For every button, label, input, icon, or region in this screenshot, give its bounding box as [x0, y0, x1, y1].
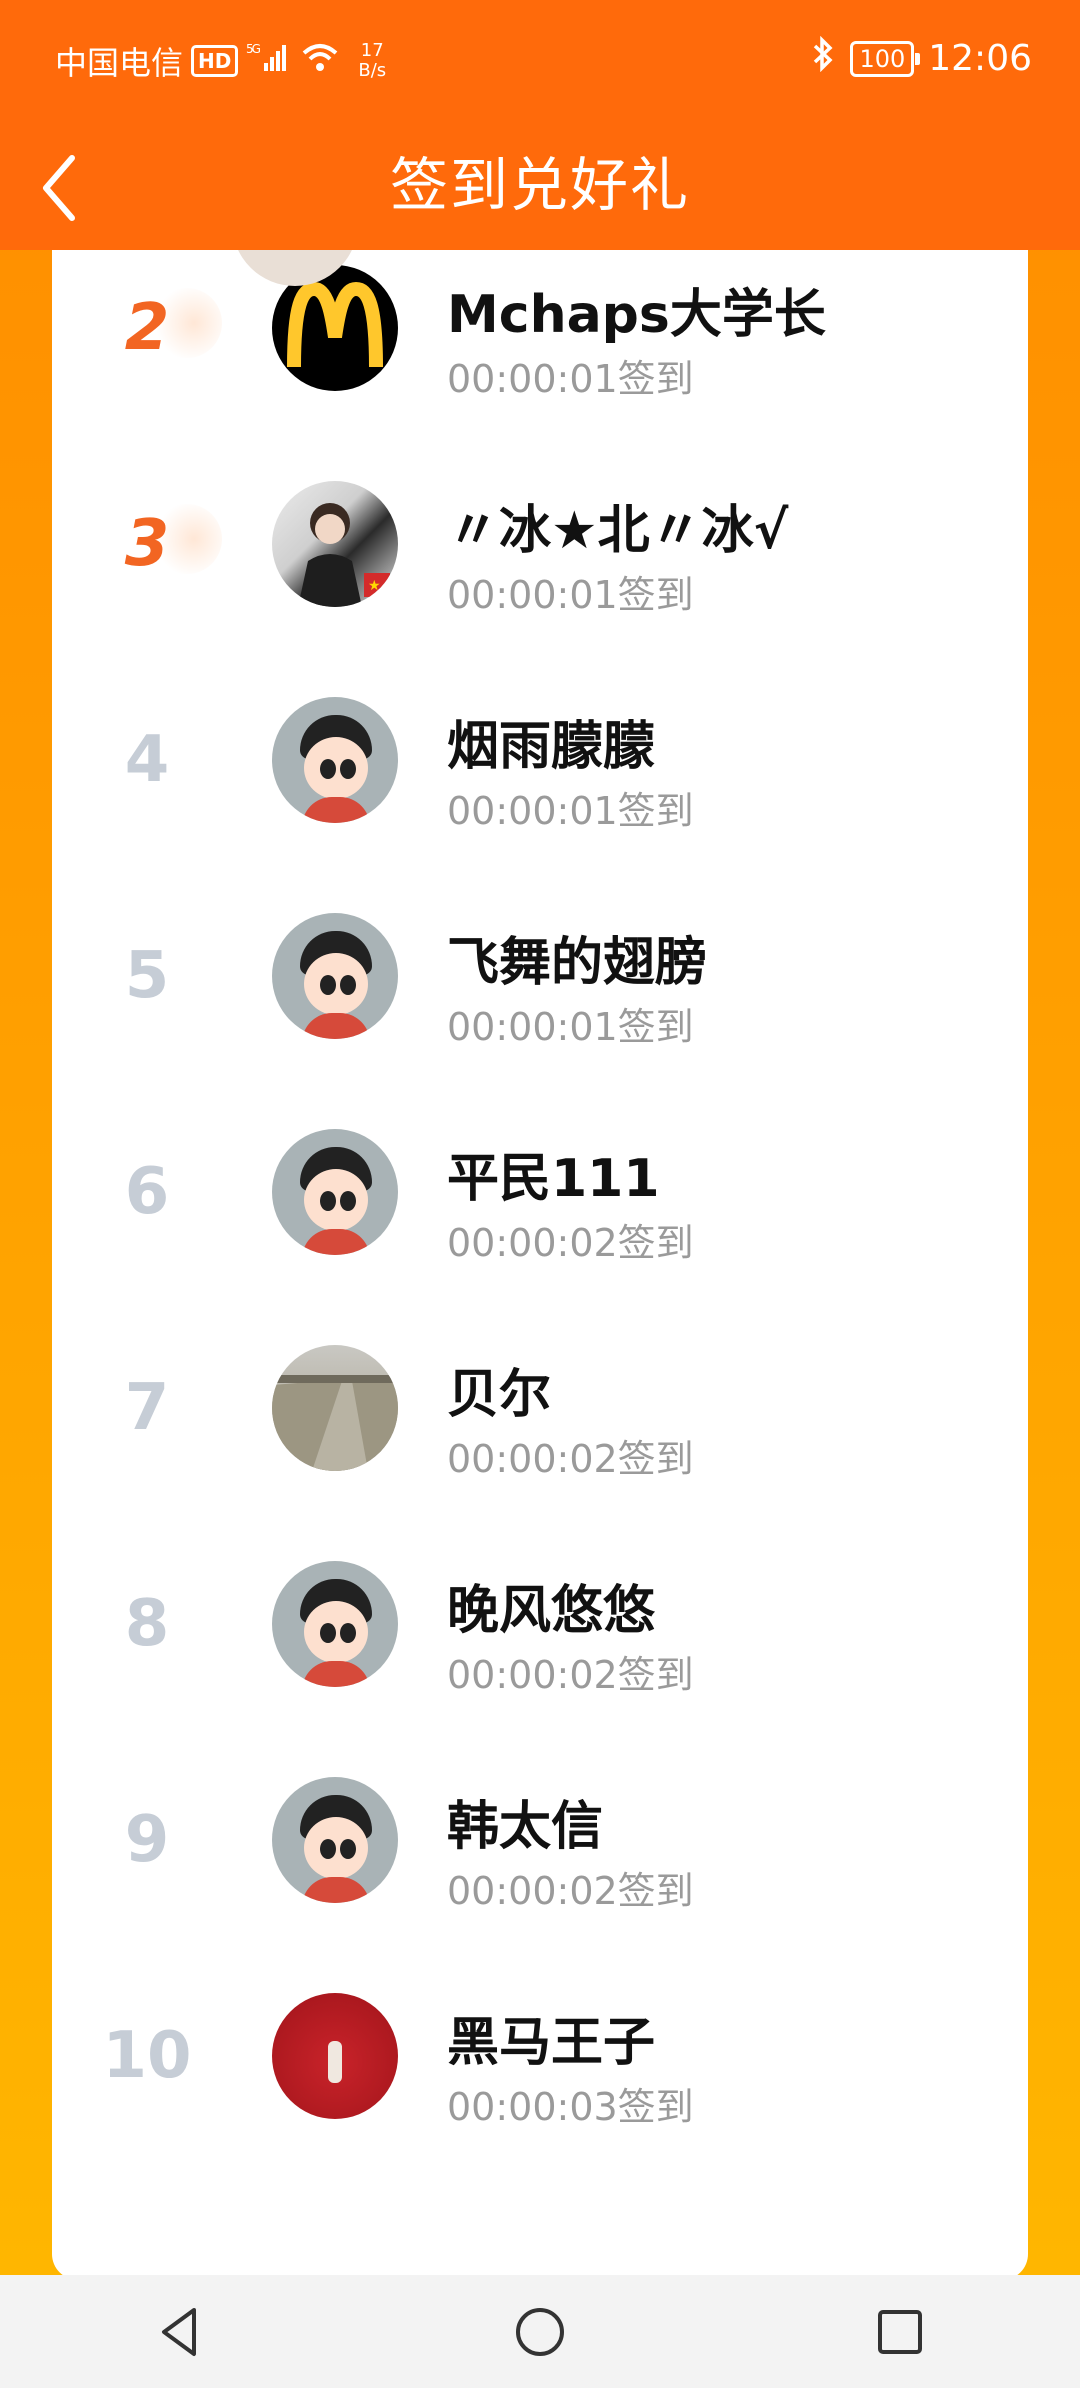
rank-number: 9 [124, 1803, 170, 1877]
page-title: 签到兑好礼 [389, 151, 690, 219]
list-item[interactable]: 7 贝尔 00:00:02签到 [52, 1300, 1028, 1516]
avatar[interactable]: ★ [272, 481, 398, 607]
hd-badge: HD [191, 45, 239, 77]
checkin-time: 00:00:01签到 [447, 357, 694, 401]
list-item[interactable]: 3 ★ 〃冰★北〃冰√ 00:00:01签到 [52, 436, 1028, 652]
bluetooth-icon [810, 35, 836, 81]
avatar[interactable] [272, 1777, 398, 1903]
avatar[interactable] [272, 697, 398, 823]
checkin-time: 00:00:01签到 [447, 573, 694, 617]
list-item[interactable]: 9 韩太信 00:00:02签到 [52, 1732, 1028, 1948]
checkin-time: 00:00:01签到 [447, 1005, 694, 1049]
checkin-time: 00:00:02签到 [447, 1221, 694, 1265]
circle-home-icon [516, 2307, 564, 2356]
title-row: 签到兑好礼 [0, 120, 1080, 250]
rank-number: 3 [82, 436, 222, 652]
rank-number: 7 [124, 1371, 170, 1445]
person-photo-icon: ★ [298, 503, 390, 607]
rank-number: 5 [124, 939, 170, 1013]
list-item[interactable]: 6 平民111 00:00:02签到 [52, 1084, 1028, 1300]
user-name: 〃冰★北〃冰√ [447, 501, 789, 561]
header-bar: 中国电信 HD 5G 17 B/s 100 12:06 签到兑好礼 [0, 0, 1080, 250]
checkin-time: 00:00:03签到 [447, 2085, 694, 2129]
rank-number: 6 [124, 1155, 170, 1229]
nav-recents-button[interactable] [860, 2292, 940, 2372]
avatar[interactable] [272, 1129, 398, 1255]
triangle-back-icon [162, 2307, 196, 2356]
user-name: 黑马王子 [447, 2013, 656, 2073]
user-name: 晚风悠悠 [447, 1581, 656, 1641]
checkin-list[interactable]: 2 Mchaps大学长 00:00:01签到 3 ★ 〃冰★北〃冰√ 00:00… [52, 160, 1028, 2280]
rank-number: 8 [124, 1587, 170, 1661]
checkin-time: 00:00:02签到 [447, 1869, 694, 1913]
road-photo-icon [272, 1375, 398, 1471]
nav-back-button[interactable] [140, 2292, 220, 2372]
rank-number: 10 [102, 2019, 192, 2093]
square-recents-icon [878, 2309, 922, 2354]
clock: 12:06 [928, 38, 1032, 79]
user-name: 飞舞的翅膀 [447, 933, 708, 993]
wifi-icon [300, 41, 340, 81]
system-nav-bar [0, 2275, 1080, 2388]
checkin-time: 00:00:02签到 [447, 1653, 694, 1697]
user-name: 韩太信 [447, 1797, 604, 1857]
checkin-time: 00:00:01签到 [447, 789, 694, 833]
rank-number: 4 [124, 723, 170, 797]
signal-icon: 5G [246, 41, 292, 81]
battery-icon: 100 [850, 40, 921, 77]
list-item[interactable]: 10 黑马王子 00:00:03签到 [52, 1948, 1028, 2164]
user-name: 贝尔 [447, 1365, 552, 1425]
svg-text:5G: 5G [246, 42, 261, 56]
avatar[interactable] [272, 1345, 398, 1471]
avatar[interactable] [272, 913, 398, 1039]
svg-text:★: ★ [368, 578, 381, 594]
rank-number: 2 [82, 220, 222, 436]
checkin-time: 00:00:02签到 [447, 1437, 694, 1481]
list-item[interactable]: 4 烟雨朦朦 00:00:01签到 [52, 652, 1028, 868]
avatar[interactable] [272, 1993, 398, 2119]
user-name: Mchaps大学长 [447, 285, 826, 345]
nav-home-button[interactable] [500, 2292, 580, 2372]
net-speed: 17 B/s [358, 40, 387, 81]
list-item[interactable]: 2 Mchaps大学长 00:00:01签到 [52, 220, 1028, 436]
user-name: 烟雨朦朦 [447, 717, 656, 777]
avatar[interactable] [272, 1561, 398, 1687]
carrier-label: 中国电信 [55, 44, 184, 82]
user-name: 平民111 [447, 1149, 660, 1209]
status-bar: 中国电信 HD 5G 17 B/s 100 12:06 [0, 0, 1080, 120]
list-item[interactable]: 5 飞舞的翅膀 00:00:01签到 [52, 868, 1028, 1084]
list-item[interactable]: 8 晚风悠悠 00:00:02签到 [52, 1516, 1028, 1732]
